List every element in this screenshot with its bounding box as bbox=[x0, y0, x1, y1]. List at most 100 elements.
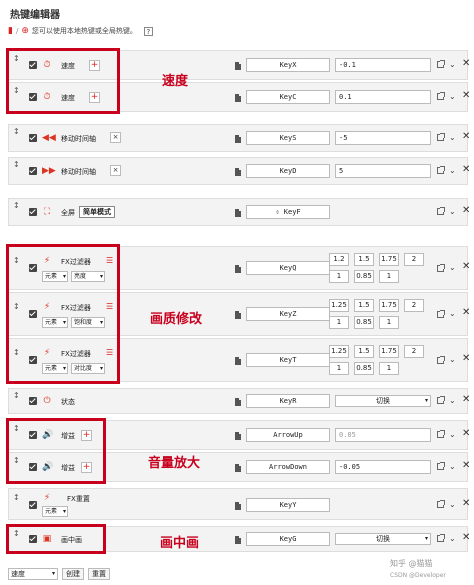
value-input[interactable]: -0.1 bbox=[335, 58, 431, 72]
external-link-icon[interactable] bbox=[437, 166, 445, 174]
key-input[interactable]: KeyX bbox=[246, 58, 330, 72]
value-input[interactable]: -0.05 bbox=[335, 460, 431, 474]
value-input[interactable]: 5 bbox=[335, 164, 431, 178]
chevron-down-icon[interactable]: ⌄ bbox=[449, 166, 456, 175]
fx-value[interactable]: 1.25 bbox=[329, 299, 349, 312]
key-input[interactable]: KeyQ bbox=[246, 261, 330, 275]
fx-value[interactable]: 1 bbox=[379, 316, 399, 329]
fx-value[interactable]: 2 bbox=[404, 253, 424, 266]
help-button[interactable]: ? bbox=[143, 26, 153, 36]
enable-checkbox[interactable] bbox=[29, 167, 37, 175]
remove-button[interactable]: × bbox=[110, 132, 121, 143]
key-input[interactable]: KeyR bbox=[246, 394, 330, 408]
chevron-down-icon[interactable]: ⌄ bbox=[449, 500, 456, 509]
fx-value[interactable]: 1 bbox=[329, 316, 349, 329]
action-select[interactable]: 切换 bbox=[335, 395, 431, 407]
fx-value[interactable]: 2 bbox=[404, 345, 424, 358]
enable-checkbox[interactable] bbox=[29, 397, 37, 405]
external-link-icon[interactable] bbox=[437, 462, 445, 470]
chevron-down-icon[interactable]: ⌄ bbox=[449, 133, 456, 142]
fx-value[interactable]: 1 bbox=[329, 362, 349, 375]
enable-checkbox[interactable] bbox=[29, 208, 37, 216]
fx-value[interactable]: 1.2 bbox=[329, 253, 349, 266]
fx-value[interactable]: 0.85 bbox=[354, 362, 374, 375]
external-link-icon[interactable] bbox=[437, 310, 445, 318]
key-input[interactable]: ArrowUp bbox=[246, 428, 330, 442]
chevron-down-icon[interactable]: ⌄ bbox=[449, 92, 456, 101]
close-icon[interactable]: ✕ bbox=[462, 353, 470, 364]
close-icon[interactable]: ✕ bbox=[462, 90, 470, 101]
external-link-icon[interactable] bbox=[437, 500, 445, 508]
external-link-icon[interactable] bbox=[437, 430, 445, 438]
drag-handle-icon[interactable]: ↕ bbox=[13, 161, 20, 169]
external-link-icon[interactable] bbox=[437, 133, 445, 141]
external-link-icon[interactable] bbox=[437, 396, 445, 404]
drag-handle-icon[interactable]: ↕ bbox=[13, 128, 20, 136]
fx-value[interactable]: 1 bbox=[379, 362, 399, 375]
external-link-icon[interactable] bbox=[437, 534, 445, 542]
simple-mode-button[interactable]: 简单模式 bbox=[79, 206, 115, 218]
reset-button[interactable]: 重置 bbox=[88, 568, 110, 580]
external-link-icon[interactable] bbox=[437, 92, 445, 100]
element-select[interactable]: 元素 bbox=[42, 506, 68, 517]
value-input[interactable]: -5 bbox=[335, 131, 431, 145]
fx-value[interactable]: 1 bbox=[379, 270, 399, 283]
external-link-icon[interactable] bbox=[437, 60, 445, 68]
chevron-down-icon[interactable]: ⌄ bbox=[449, 355, 456, 364]
close-icon[interactable]: ✕ bbox=[462, 261, 470, 272]
globe-icon[interactable]: ⊕ bbox=[21, 26, 29, 36]
close-icon[interactable]: ✕ bbox=[462, 164, 470, 175]
chevron-down-icon[interactable]: ⌄ bbox=[449, 207, 456, 216]
remove-button[interactable]: × bbox=[110, 165, 121, 176]
fx-value[interactable]: 1.5 bbox=[354, 253, 374, 266]
close-icon[interactable]: ✕ bbox=[462, 498, 470, 509]
external-link-icon[interactable] bbox=[437, 207, 445, 215]
fx-value[interactable]: 1.75 bbox=[379, 299, 399, 312]
drag-handle-icon[interactable]: ↕ bbox=[13, 202, 20, 210]
close-icon[interactable]: ✕ bbox=[462, 428, 470, 439]
chevron-down-icon[interactable]: ⌄ bbox=[449, 396, 456, 405]
key-input[interactable]: ArrowDown bbox=[246, 460, 330, 474]
fx-value[interactable]: 0.85 bbox=[354, 316, 374, 329]
key-input[interactable]: KeyZ bbox=[246, 307, 330, 321]
chevron-down-icon[interactable]: ⌄ bbox=[449, 263, 456, 272]
close-icon[interactable]: ✕ bbox=[462, 205, 470, 216]
enable-checkbox[interactable] bbox=[29, 501, 37, 509]
key-input[interactable]: ⇧ KeyF bbox=[246, 205, 330, 219]
fx-value[interactable]: 0.85 bbox=[354, 270, 374, 283]
fx-value[interactable]: 1.75 bbox=[379, 253, 399, 266]
key-input[interactable]: KeyD bbox=[246, 164, 330, 178]
chevron-down-icon[interactable]: ⌄ bbox=[449, 534, 456, 543]
chevron-down-icon[interactable]: ⌄ bbox=[449, 309, 456, 318]
close-icon[interactable]: ✕ bbox=[462, 394, 470, 405]
chevron-down-icon[interactable]: ⌄ bbox=[449, 430, 456, 439]
fx-value[interactable]: 1.5 bbox=[354, 299, 374, 312]
create-button[interactable]: 创建 bbox=[62, 568, 84, 580]
fx-value[interactable]: 2 bbox=[404, 299, 424, 312]
file-icon[interactable]: ▮ bbox=[8, 26, 13, 36]
chevron-down-icon[interactable]: ⌄ bbox=[449, 462, 456, 471]
close-icon[interactable]: ✕ bbox=[462, 307, 470, 318]
drag-handle-icon[interactable]: ↕ bbox=[13, 494, 20, 502]
fx-value[interactable]: 1 bbox=[329, 270, 349, 283]
external-link-icon[interactable] bbox=[437, 264, 445, 272]
chevron-down-icon[interactable]: ⌄ bbox=[449, 60, 456, 69]
key-input[interactable]: KeyC bbox=[246, 90, 330, 104]
value-input[interactable]: 0.05 bbox=[335, 428, 431, 442]
enable-checkbox[interactable] bbox=[29, 134, 37, 142]
fx-value[interactable]: 1.25 bbox=[329, 345, 349, 358]
key-input[interactable]: KeyG bbox=[246, 532, 330, 546]
action-select[interactable]: 切换 bbox=[335, 533, 431, 545]
key-input[interactable]: KeyS bbox=[246, 131, 330, 145]
value-input[interactable]: 0.1 bbox=[335, 90, 431, 104]
key-input[interactable]: KeyY bbox=[246, 498, 330, 512]
close-icon[interactable]: ✕ bbox=[462, 460, 470, 471]
new-hotkey-select[interactable]: 速度 bbox=[8, 568, 58, 580]
external-link-icon[interactable] bbox=[437, 356, 445, 364]
close-icon[interactable]: ✕ bbox=[462, 532, 470, 543]
close-icon[interactable]: ✕ bbox=[462, 58, 470, 69]
key-input[interactable]: KeyT bbox=[246, 353, 330, 367]
close-icon[interactable]: ✕ bbox=[462, 131, 470, 142]
drag-handle-icon[interactable]: ↕ bbox=[13, 392, 20, 400]
fx-value[interactable]: 1.75 bbox=[379, 345, 399, 358]
